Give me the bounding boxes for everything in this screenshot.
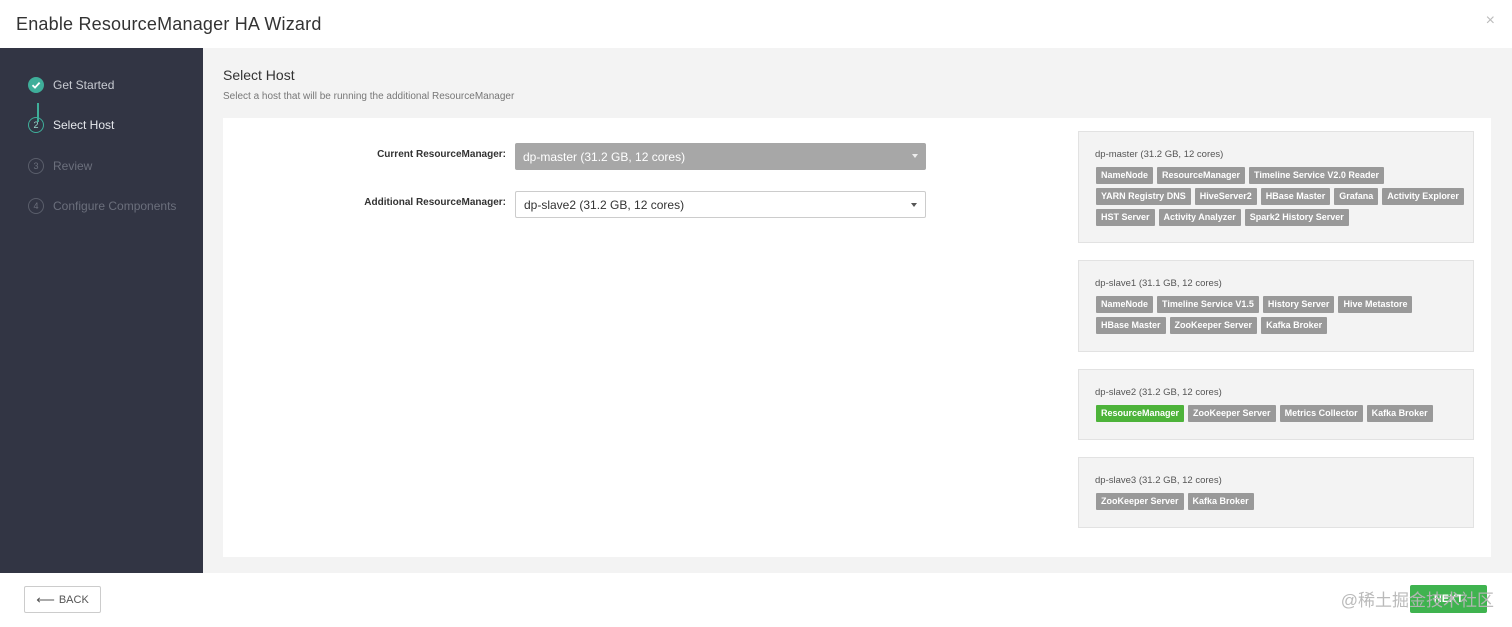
component-tag: ZooKeeper Server — [1169, 317, 1258, 334]
component-tag: Timeline Service V2.0 Reader — [1249, 167, 1384, 184]
additional-rm-value: dp-slave2 (31.2 GB, 12 cores) — [524, 197, 685, 212]
component-tag: HBase Master — [1096, 317, 1166, 334]
component-list: ZooKeeper Server Kafka Broker — [1096, 493, 1466, 510]
current-rm-label: Current ResourceManager: — [377, 149, 506, 160]
step-label: Configure Components — [53, 199, 177, 213]
component-tag: Hive Metastore — [1338, 296, 1413, 313]
step-label: Select Host — [53, 118, 115, 132]
additional-rm-label: Additional ResourceManager: — [364, 197, 506, 208]
host-name: dp-master (31.2 GB, 12 cores) — [1095, 149, 1224, 160]
component-tag: Grafana — [1334, 188, 1379, 205]
host-card-dp-master: dp-master (31.2 GB, 12 cores) NameNode R… — [1078, 131, 1474, 243]
modal-header: Enable ResourceManager HA Wizard × — [0, 0, 1512, 48]
check-icon — [28, 77, 44, 93]
component-tag: Timeline Service V1.5 — [1157, 296, 1259, 313]
caret-down-icon — [911, 203, 917, 207]
component-tag: ResourceManager — [1157, 167, 1246, 184]
component-tag: Activity Explorer — [1382, 188, 1464, 205]
component-tag: NameNode — [1096, 167, 1154, 184]
current-rm-value: dp-master (31.2 GB, 12 cores) — [523, 149, 686, 164]
component-tag: NameNode — [1096, 296, 1154, 313]
host-card-dp-slave3: dp-slave3 (31.2 GB, 12 cores) ZooKeeper … — [1078, 457, 1474, 528]
page-subtitle: Select a host that will be running the a… — [223, 91, 515, 102]
component-tag: ZooKeeper Server — [1096, 493, 1184, 510]
page-title: Select Host — [223, 67, 295, 83]
component-tag: ZooKeeper Server — [1188, 405, 1276, 422]
wizard-content: Select Host Select a host that will be r… — [203, 48, 1512, 573]
back-label: BACK — [58, 593, 89, 606]
component-list: NameNode Timeline Service V1.5 History S… — [1096, 296, 1466, 334]
component-list: NameNode ResourceManager Timeline Servic… — [1096, 167, 1466, 226]
step-label: Get Started — [53, 78, 115, 92]
watermark: @稀土掘金技术社区 — [1340, 591, 1494, 610]
host-name: dp-slave1 (31.1 GB, 12 cores) — [1095, 278, 1222, 289]
component-tag: Kafka Broker — [1187, 493, 1254, 510]
back-button[interactable]: ⟵ BACK — [24, 586, 101, 613]
component-tag: HiveServer2 — [1194, 188, 1257, 205]
step-get-started[interactable]: Get Started — [28, 75, 114, 95]
arrow-left-icon: ⟵ — [36, 591, 55, 607]
step-label: Review — [53, 159, 93, 173]
step-number: 2 — [28, 117, 44, 133]
current-rm-select: dp-master (31.2 GB, 12 cores) — [515, 143, 926, 170]
component-tag: Activity Analyzer — [1158, 209, 1241, 226]
step-configure-components: 4 Configure Components — [28, 196, 176, 216]
component-tag: Kafka Broker — [1366, 405, 1433, 422]
component-tag: History Server — [1262, 296, 1335, 313]
step-select-host[interactable]: 2 Select Host — [28, 115, 114, 135]
modal-title: Enable ResourceManager HA Wizard — [16, 14, 322, 34]
component-tag: Spark2 History Server — [1244, 209, 1349, 226]
host-name: dp-slave3 (31.2 GB, 12 cores) — [1095, 475, 1222, 486]
host-name: dp-slave2 (31.2 GB, 12 cores) — [1095, 387, 1222, 398]
component-tag: Metrics Collector — [1279, 405, 1363, 422]
step-number: 4 — [28, 198, 44, 214]
select-host-panel: Current ResourceManager: dp-master (31.2… — [223, 118, 1491, 557]
wizard-footer: ⟵ BACK NEXT @稀土掘金技术社区 — [0, 573, 1512, 627]
component-tag: HST Server — [1096, 209, 1155, 226]
component-tag: Kafka Broker — [1261, 317, 1328, 334]
component-list: ResourceManager ZooKeeper Server Metrics… — [1096, 405, 1466, 422]
close-icon[interactable]: × — [1486, 12, 1495, 30]
component-tag-new: ResourceManager — [1096, 405, 1185, 422]
wizard-sidebar: Get Started 2 Select Host 3 Review 4 Con… — [0, 48, 203, 573]
host-card-dp-slave2: dp-slave2 (31.2 GB, 12 cores) ResourceMa… — [1078, 369, 1474, 440]
step-number: 3 — [28, 158, 44, 174]
component-tag: HBase Master — [1260, 188, 1331, 205]
caret-down-icon — [912, 154, 918, 158]
additional-rm-select[interactable]: dp-slave2 (31.2 GB, 12 cores) — [515, 191, 926, 218]
component-tag: YARN Registry DNS — [1096, 188, 1191, 205]
step-review: 3 Review — [28, 156, 92, 176]
host-card-dp-slave1: dp-slave1 (31.1 GB, 12 cores) NameNode T… — [1078, 260, 1474, 352]
